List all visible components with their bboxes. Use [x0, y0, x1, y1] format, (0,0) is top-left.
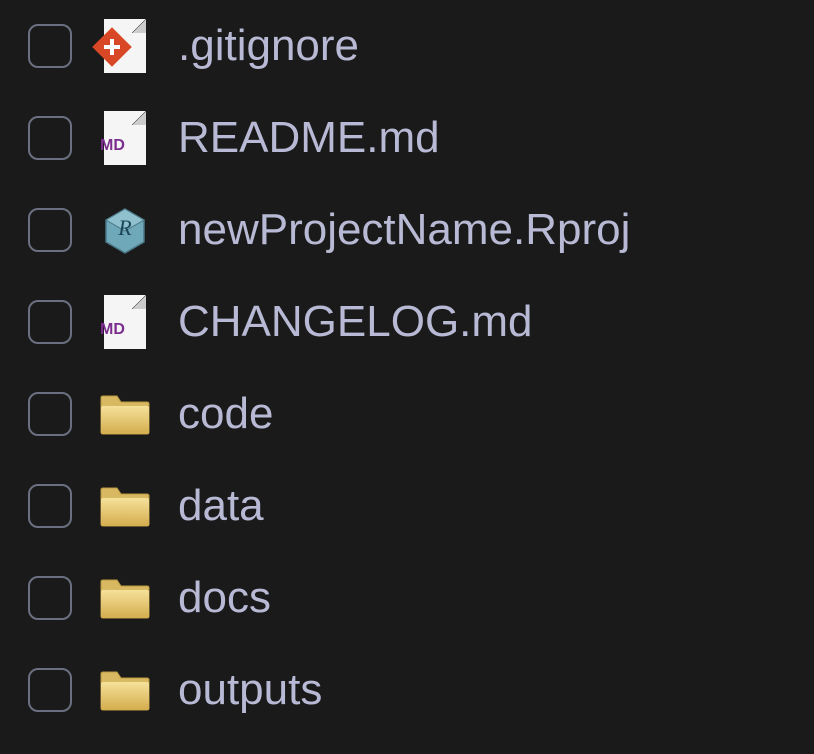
file-name-label[interactable]: outputs: [178, 665, 322, 715]
folder-icon: [96, 569, 154, 627]
rproj-file-icon: R: [96, 201, 154, 259]
markdown-file-icon: MD: [96, 293, 154, 351]
checkbox[interactable]: [28, 116, 72, 160]
file-row[interactable]: docs: [0, 552, 814, 644]
file-row[interactable]: .gitignore: [0, 0, 814, 92]
file-row[interactable]: code: [0, 368, 814, 460]
file-name-label[interactable]: docs: [178, 573, 271, 623]
checkbox[interactable]: [28, 208, 72, 252]
folder-icon: [96, 385, 154, 443]
checkbox[interactable]: [28, 24, 72, 68]
checkbox[interactable]: [28, 668, 72, 712]
checkbox[interactable]: [28, 300, 72, 344]
file-name-label[interactable]: .gitignore: [178, 21, 359, 71]
file-name-label[interactable]: data: [178, 481, 264, 531]
file-name-label[interactable]: CHANGELOG.md: [178, 297, 533, 347]
folder-icon: [96, 477, 154, 535]
file-name-label[interactable]: code: [178, 389, 273, 439]
checkbox[interactable]: [28, 576, 72, 620]
file-row[interactable]: outputs: [0, 644, 814, 736]
git-file-icon: [96, 17, 154, 75]
checkbox[interactable]: [28, 392, 72, 436]
file-name-label[interactable]: newProjectName.Rproj: [178, 205, 630, 255]
file-row[interactable]: MD README.md: [0, 92, 814, 184]
folder-icon: [96, 661, 154, 719]
svg-text:R: R: [117, 215, 132, 240]
file-row[interactable]: data: [0, 460, 814, 552]
checkbox[interactable]: [28, 484, 72, 528]
file-row[interactable]: MD CHANGELOG.md: [0, 276, 814, 368]
file-name-label[interactable]: README.md: [178, 113, 440, 163]
file-list: .gitignore MD README.md R newProjectName…: [0, 0, 814, 736]
markdown-file-icon: MD: [96, 109, 154, 167]
file-row[interactable]: R newProjectName.Rproj: [0, 184, 814, 276]
